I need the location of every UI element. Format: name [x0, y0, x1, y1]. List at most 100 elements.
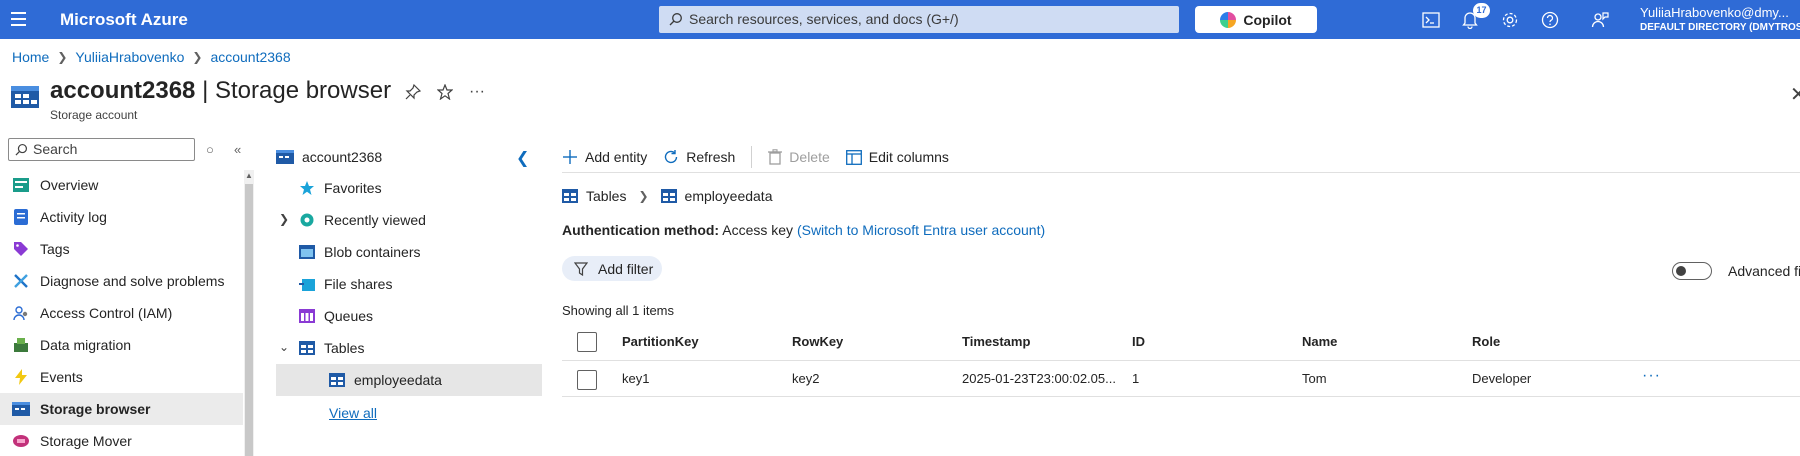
- tree-item-label: File shares: [324, 276, 393, 292]
- tree-item-label: Queues: [324, 308, 374, 324]
- collapse-nav-icon[interactable]: «: [234, 142, 241, 157]
- storage-account-icon: [276, 148, 294, 166]
- tag-icon: [12, 240, 30, 258]
- scroll-up-arrow-icon[interactable]: ▲: [245, 171, 253, 180]
- tree-item-blob-containers[interactable]: Blob containers: [276, 236, 542, 268]
- plus-icon: [563, 150, 577, 164]
- resource-name: account2368: [50, 77, 196, 104]
- cell-timestamp: 2025-01-23T23:00:02.05...: [962, 371, 1116, 386]
- add-entity-button[interactable]: Add entity: [562, 149, 647, 165]
- tree-item-tables[interactable]: ⌄ Tables: [276, 332, 542, 364]
- tree-item-employeedata[interactable]: employeedata: [276, 364, 542, 396]
- global-search-input[interactable]: Search resources, services, and docs (G+…: [659, 6, 1179, 33]
- tree-item-file-shares[interactable]: File shares: [276, 268, 542, 300]
- nav-item-data-migration[interactable]: Data migration: [0, 329, 243, 361]
- cell-id: 1: [1132, 371, 1140, 386]
- nav-item-label: Tags: [40, 241, 70, 257]
- select-all-checkbox[interactable]: [577, 332, 597, 352]
- nav-item-label: Overview: [40, 177, 99, 193]
- hamburger-menu-icon[interactable]: [8, 8, 30, 30]
- row-checkbox[interactable]: [577, 370, 597, 390]
- table-icon: [660, 189, 677, 203]
- column-header-role[interactable]: Role: [1472, 323, 1500, 360]
- favorite-star-icon[interactable]: [435, 82, 455, 102]
- tree-item-favorites[interactable]: Favorites: [276, 172, 542, 204]
- column-header-rowkey[interactable]: RowKey: [792, 323, 843, 360]
- nav-item-tags[interactable]: Tags: [0, 233, 243, 265]
- brand-name[interactable]: Microsoft Azure: [60, 10, 188, 30]
- feedback-icon[interactable]: [1589, 9, 1611, 31]
- star-icon: [298, 179, 316, 197]
- refresh-label: Refresh: [686, 149, 736, 165]
- command-bar: Add entity Refresh Delete Edit columns: [562, 142, 965, 172]
- page-title: account2368 | Storage browser: [50, 77, 391, 105]
- top-bar: Microsoft Azure Search resources, servic…: [0, 0, 1800, 39]
- sort-toggle-icon[interactable]: ○: [206, 142, 214, 157]
- breadcrumb: Home ❯ YuliiaHrabovenko ❯ account2368: [12, 49, 291, 65]
- add-filter-button[interactable]: Add filter: [562, 256, 662, 281]
- switch-auth-link[interactable]: (Switch to Microsoft Entra user account): [797, 222, 1045, 238]
- nav-item-label: Storage browser: [40, 401, 151, 417]
- path-tables[interactable]: Tables: [586, 188, 626, 204]
- scroll-thumb[interactable]: [245, 184, 253, 456]
- breadcrumb-home[interactable]: Home: [12, 49, 49, 65]
- tree-item-label: Blob containers: [324, 244, 421, 260]
- chevron-right-icon: ❯: [57, 50, 68, 64]
- breadcrumb-account[interactable]: account2368: [210, 49, 290, 65]
- cloud-shell-icon[interactable]: [1420, 9, 1442, 31]
- advanced-filter-toggle[interactable]: [1672, 262, 1712, 280]
- notifications-count-badge: 17: [1473, 3, 1490, 18]
- account-menu[interactable]: YuliiaHrabovenko@dmy... DEFAULT DIRECTOR…: [1640, 5, 1800, 33]
- nav-scrollbar[interactable]: ▲: [244, 170, 254, 456]
- settings-gear-icon[interactable]: [1499, 9, 1521, 31]
- page-name: Storage browser: [214, 77, 392, 104]
- nav-item-events[interactable]: Events: [0, 361, 243, 393]
- cell-partitionkey: key1: [622, 371, 650, 386]
- tree-item-label: Favorites: [324, 180, 382, 196]
- help-icon[interactable]: [1539, 9, 1561, 31]
- breadcrumb-user[interactable]: YuliiaHrabovenko: [75, 49, 184, 65]
- cell-name: Tom: [1302, 371, 1327, 386]
- column-header-id[interactable]: ID: [1132, 323, 1145, 360]
- tree-root-account[interactable]: account2368: [276, 142, 542, 172]
- table-row[interactable]: key1 key2 2025-01-23T23:00:02.05... 1 To…: [562, 361, 1800, 397]
- more-options-icon[interactable]: ···: [467, 82, 487, 102]
- nav-item-diagnose[interactable]: Diagnose and solve problems: [0, 265, 243, 297]
- nav-item-overview[interactable]: Overview: [0, 169, 243, 201]
- nav-search-input[interactable]: Search: [8, 138, 195, 161]
- nav-item-label: Storage Mover: [40, 433, 132, 449]
- copilot-icon: [1220, 11, 1237, 28]
- activity-log-icon: [12, 208, 30, 226]
- tree-item-label: employeedata: [354, 372, 442, 388]
- storage-tree: account2368 Favorites ❯ Recently viewed …: [276, 142, 542, 396]
- close-icon[interactable]: ✕: [1790, 82, 1800, 107]
- storage-account-icon: [11, 86, 39, 108]
- chevron-down-icon[interactable]: ⌄: [279, 340, 289, 354]
- chevron-right-icon[interactable]: ❯: [279, 212, 289, 226]
- refresh-button[interactable]: Refresh: [663, 149, 735, 165]
- tree-item-recently-viewed[interactable]: ❯ Recently viewed: [276, 204, 542, 236]
- view-all-link[interactable]: View all: [329, 405, 377, 421]
- collapse-tree-icon[interactable]: ❮: [516, 148, 529, 168]
- column-header-partitionkey[interactable]: PartitionKey: [622, 323, 699, 360]
- copilot-button[interactable]: Copilot: [1195, 6, 1317, 33]
- blob-container-icon: [298, 243, 316, 261]
- tree-item-queues[interactable]: Queues: [276, 300, 542, 332]
- nav-item-storage-mover[interactable]: Storage Mover: [0, 425, 243, 456]
- chevron-right-icon: ❯: [192, 50, 203, 64]
- nav-item-label: Diagnose and solve problems: [40, 273, 225, 289]
- cell-rowkey: key2: [792, 371, 820, 386]
- edit-columns-button[interactable]: Edit columns: [845, 149, 949, 165]
- delete-button[interactable]: Delete: [768, 149, 830, 165]
- storage-browser-icon: [12, 400, 30, 418]
- pin-icon[interactable]: [403, 82, 423, 102]
- row-more-options-icon[interactable]: ···: [1642, 367, 1661, 385]
- tree-item-label: Recently viewed: [324, 212, 426, 228]
- people-icon: [12, 304, 30, 322]
- nav-item-activity-log[interactable]: Activity log: [0, 201, 243, 233]
- nav-item-storage-browser[interactable]: Storage browser: [0, 393, 243, 425]
- column-header-timestamp[interactable]: Timestamp: [962, 323, 1030, 360]
- nav-item-iam[interactable]: Access Control (IAM): [0, 297, 243, 329]
- table-icon: [562, 189, 578, 203]
- column-header-name[interactable]: Name: [1302, 323, 1337, 360]
